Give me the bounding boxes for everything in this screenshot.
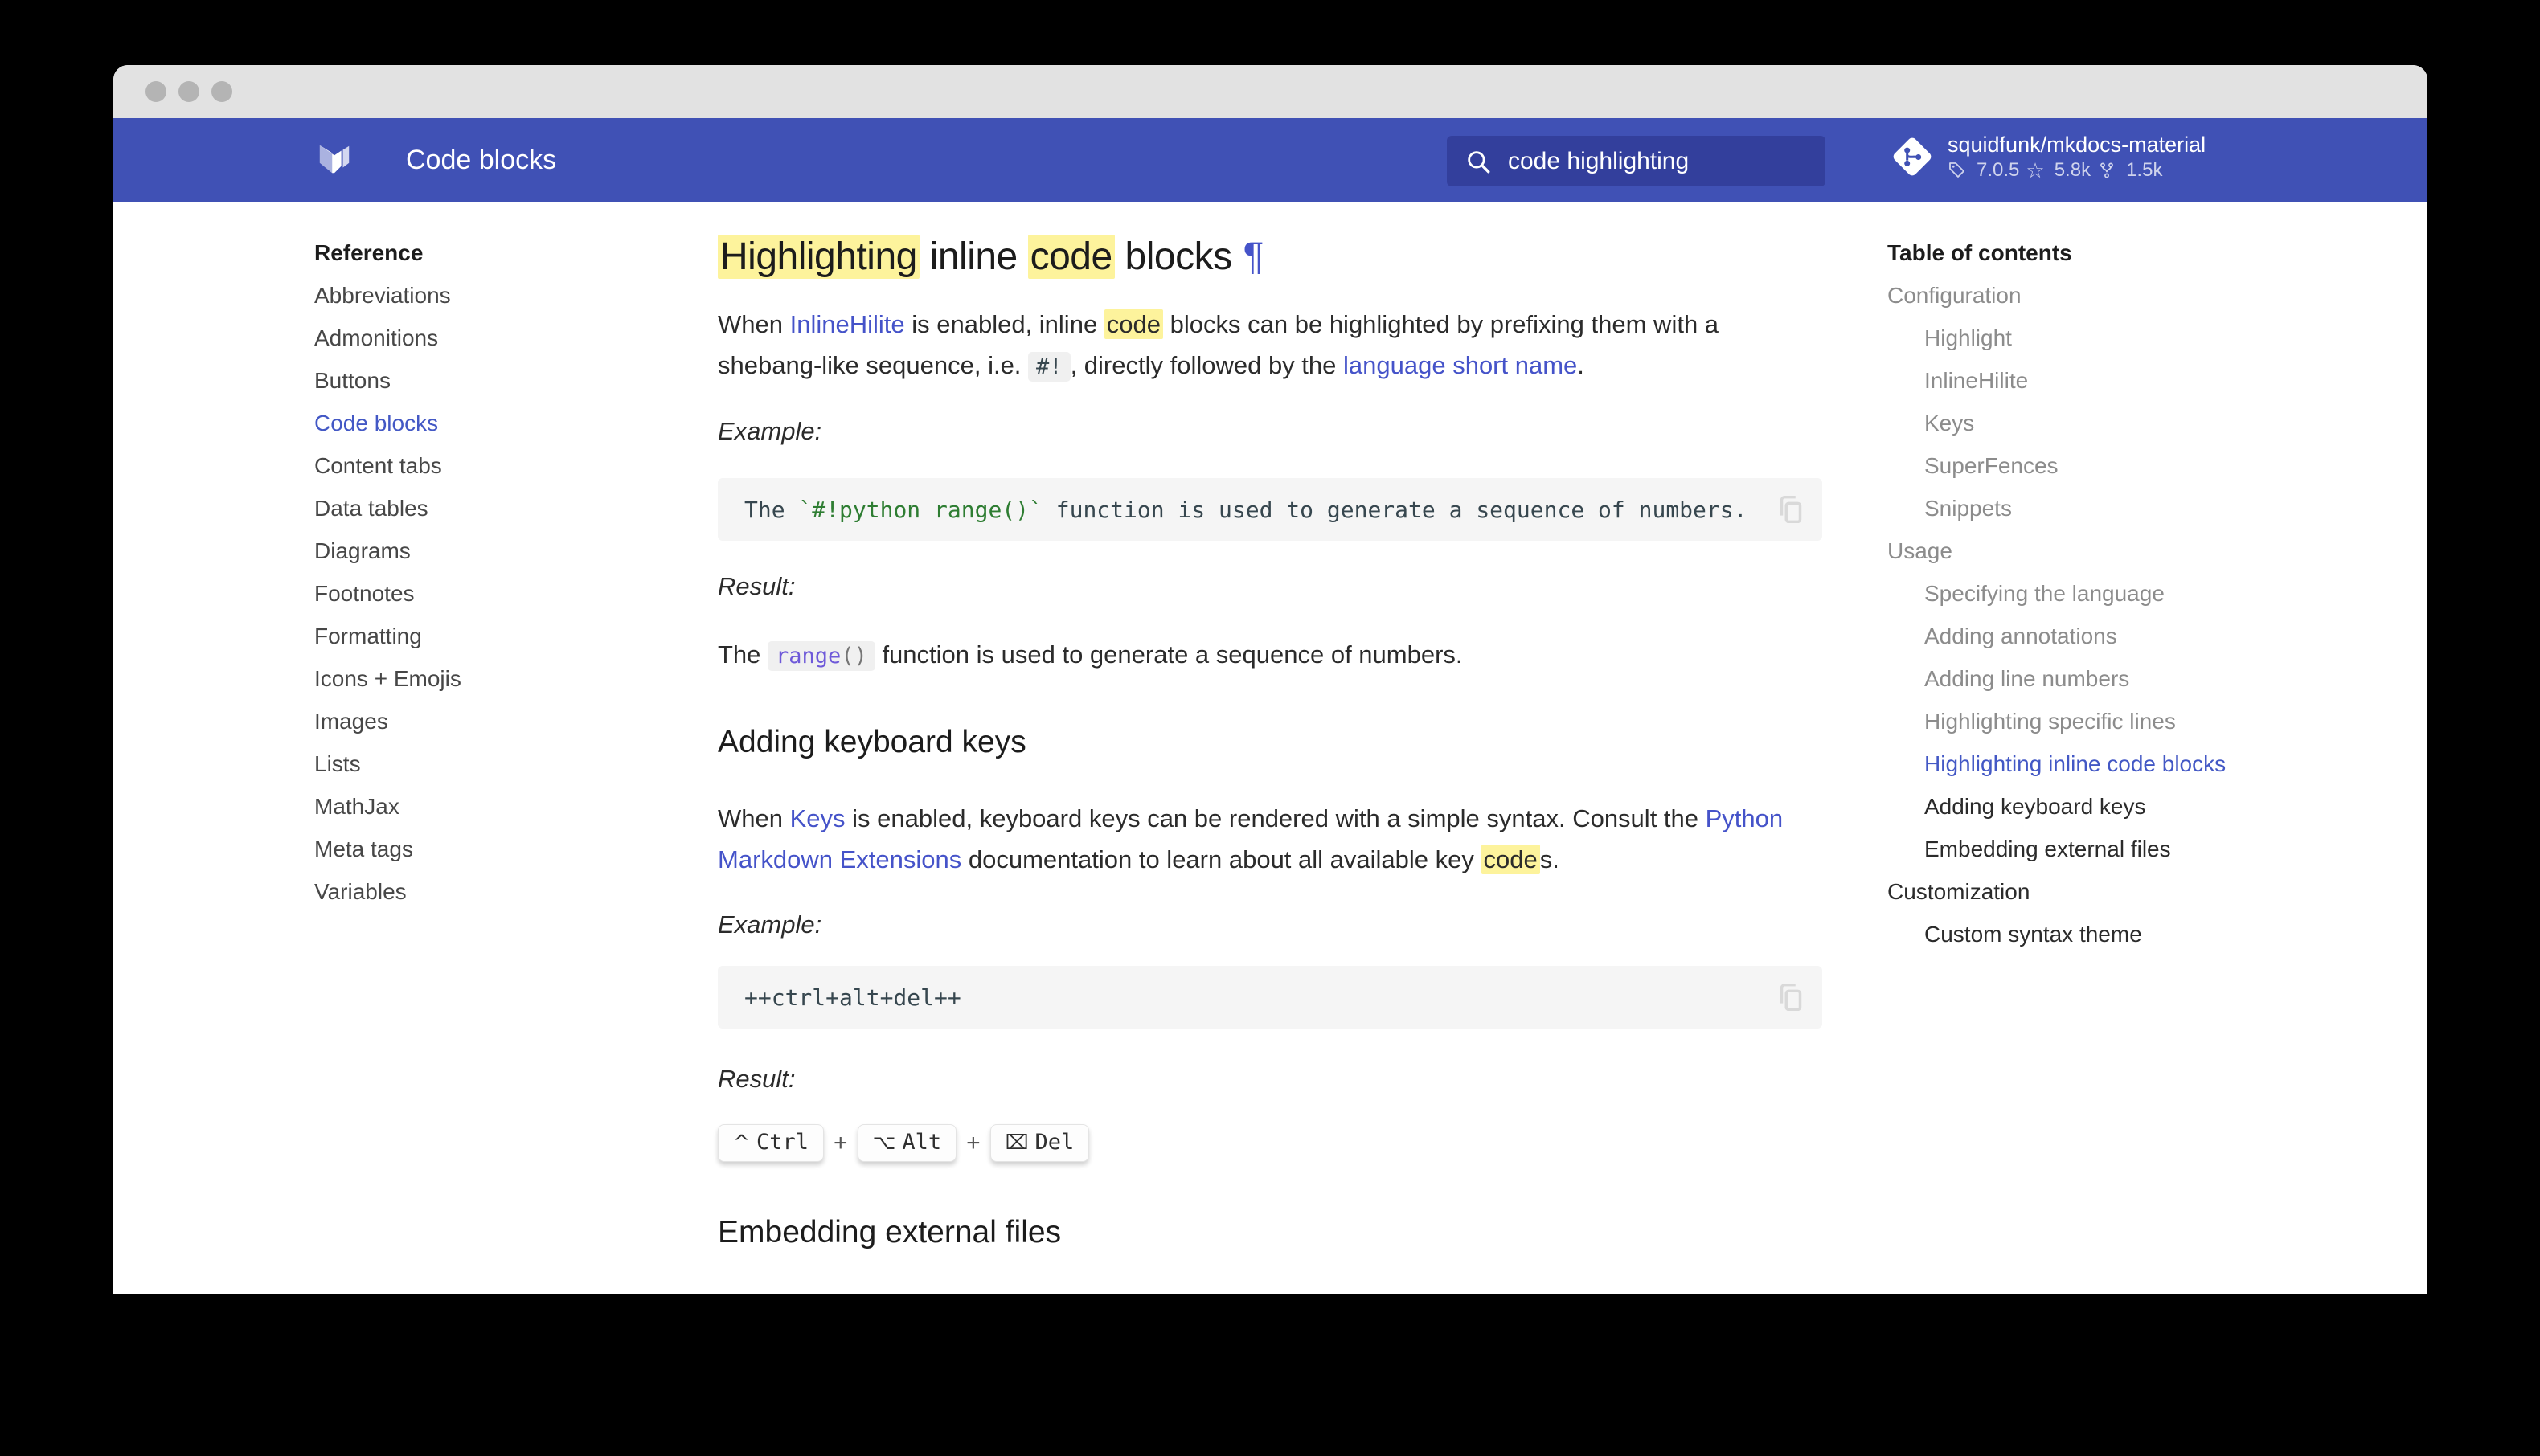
git-repo-icon (1890, 134, 1935, 179)
toc-item-highlighting-inline-code-blocks[interactable]: Highlighting inline code blocks (1887, 742, 2226, 785)
repo-version: 7.0.5 (1977, 158, 2019, 182)
star-icon: ☆ (2026, 158, 2044, 182)
section-heading-keyboard-keys: Adding keyboard keys (718, 725, 1026, 760)
sidebar-item-content-tabs[interactable]: Content tabs (314, 444, 461, 487)
sidebar-item-abbreviations[interactable]: Abbreviations (314, 274, 461, 317)
code-text: ++ctrl+alt+del++ (744, 984, 961, 1011)
sidebar-item-images[interactable]: Images (314, 700, 461, 742)
repo-meta: 7.0.5 ☆ 5.8k 1.5k (1948, 158, 2206, 182)
search-highlight: code (1481, 845, 1540, 874)
toc-item-inlinehilite[interactable]: InlineHilite (1887, 359, 2226, 402)
inline-code-range: range() (768, 641, 875, 671)
search-input[interactable] (1506, 147, 1815, 176)
toc-item-highlighting-specific-lines[interactable]: Highlighting specific lines (1887, 700, 2226, 742)
window-titlebar (113, 65, 2427, 118)
toc-item-keys[interactable]: Keys (1887, 402, 2226, 444)
toc-title: Table of contents (1887, 231, 2226, 274)
code-highlight-span: `#!python range()` (798, 497, 1042, 523)
tag-icon (1948, 161, 1967, 180)
toc-item-adding-annotations[interactable]: Adding annotations (1887, 615, 2226, 657)
app-header: Code blocks squidfunk/mkdocs-materia (113, 118, 2427, 202)
article-heading: Highlighting inline code blocks¶ (718, 235, 1264, 279)
kbd-del: ⌧Del (990, 1124, 1090, 1162)
sidebar-item-formatting[interactable]: Formatting (314, 615, 461, 657)
sidebar-item-data-tables[interactable]: Data tables (314, 487, 461, 530)
toc-item-adding-line-numbers[interactable]: Adding line numbers (1887, 657, 2226, 700)
link-language-short-name[interactable]: language short name (1343, 351, 1577, 379)
sidebar-item-meta-tags[interactable]: Meta tags (314, 828, 461, 870)
toc-item-customization[interactable]: Customization (1887, 870, 2226, 913)
ctrl-key-icon: ^ (733, 1131, 750, 1154)
repo-forks: 1.5k (2126, 158, 2162, 182)
inline-code-shebang: #! (1028, 352, 1071, 382)
search-highlight: code (1104, 309, 1163, 339)
sidebar-item-buttons[interactable]: Buttons (314, 359, 461, 402)
result-label: Result: (718, 572, 795, 601)
search-icon (1465, 148, 1492, 175)
sidebar-item-code-blocks[interactable]: Code blocks (314, 402, 461, 444)
repo-stars: 5.8k (2055, 158, 2091, 182)
sidebar-section-reference: Reference (314, 231, 461, 274)
code-block-inline-highlight: The `#!python range()` function is used … (718, 478, 1822, 541)
repo-link[interactable]: squidfunk/mkdocs-material 7.0.5 ☆ 5.8k 1.… (1890, 131, 2206, 182)
mkdocs-material-logo-icon[interactable] (316, 141, 353, 178)
sidebar-item-variables[interactable]: Variables (314, 870, 461, 913)
window-minimize-button[interactable] (178, 81, 199, 102)
alt-key-icon: ⌥ (873, 1131, 896, 1154)
result-label: Result: (718, 1065, 795, 1094)
example-label: Example: (718, 417, 821, 446)
kbd-result-row: ^Ctrl + ⌥Alt + ⌧Del (718, 1124, 1089, 1162)
link-inlinehilite[interactable]: InlineHilite (790, 310, 905, 338)
paragraph-range-result: The range() function is used to generate… (718, 634, 1827, 677)
toc-item-usage[interactable]: Usage (1887, 530, 2226, 572)
kbd-alt: ⌥Alt (858, 1124, 957, 1162)
toc-item-custom-syntax-theme[interactable]: Custom syntax theme (1887, 913, 2226, 955)
del-key-icon: ⌧ (1006, 1131, 1029, 1154)
paragraph-inlinehilite: When InlineHilite is enabled, inline cod… (718, 304, 1827, 387)
fork-icon (2097, 161, 2116, 180)
toc-item-adding-keyboard-keys[interactable]: Adding keyboard keys (1887, 785, 2226, 828)
sidebar-item-lists[interactable]: Lists (314, 742, 461, 785)
kbd-ctrl: ^Ctrl (718, 1124, 824, 1162)
toc-item-configuration[interactable]: Configuration (1887, 274, 2226, 317)
heading-permalink[interactable]: ¶ (1243, 235, 1264, 278)
search-highlight: Highlighting (718, 235, 920, 279)
copy-to-clipboard-icon[interactable] (1772, 979, 1809, 1016)
toc-item-superfences[interactable]: SuperFences (1887, 444, 2226, 487)
sidebar-item-icons-emojis[interactable]: Icons + Emojis (314, 657, 461, 700)
sidebar-item-admonitions[interactable]: Admonitions (314, 317, 461, 359)
toc-item-snippets[interactable]: Snippets (1887, 487, 2226, 530)
search-highlight: code (1028, 235, 1115, 279)
toc-item-specifying-the-language[interactable]: Specifying the language (1887, 572, 2226, 615)
paragraph-keys: When Keys is enabled, keyboard keys can … (718, 798, 1827, 880)
sidebar-item-footnotes[interactable]: Footnotes (314, 572, 461, 615)
link-keys[interactable]: Keys (790, 804, 846, 832)
search-bar[interactable] (1447, 136, 1825, 186)
window-zoom-button[interactable] (211, 81, 232, 102)
code-block-keys: ++ctrl+alt+del++ (718, 966, 1822, 1029)
browser-window: Code blocks squidfunk/mkdocs-materia (113, 65, 2427, 1294)
page-title: Code blocks (406, 118, 556, 202)
toc-item-highlight[interactable]: Highlight (1887, 317, 2226, 359)
table-of-contents: Table of contents Configuration Highligh… (1887, 231, 2226, 955)
sidebar-nav: Reference Abbreviations Admonitions Butt… (314, 231, 461, 913)
repo-name: squidfunk/mkdocs-material (1948, 131, 2206, 158)
section-heading-embedding: Embedding external files (718, 1215, 1061, 1250)
toc-item-embedding-external-files[interactable]: Embedding external files (1887, 828, 2226, 870)
sidebar-item-mathjax[interactable]: MathJax (314, 785, 461, 828)
copy-to-clipboard-icon[interactable] (1772, 491, 1809, 528)
window-close-button[interactable] (145, 81, 166, 102)
example-label: Example: (718, 910, 821, 939)
sidebar-item-diagrams[interactable]: Diagrams (314, 530, 461, 572)
screenshot-stage: Code blocks squidfunk/mkdocs-materia (0, 0, 2540, 1456)
